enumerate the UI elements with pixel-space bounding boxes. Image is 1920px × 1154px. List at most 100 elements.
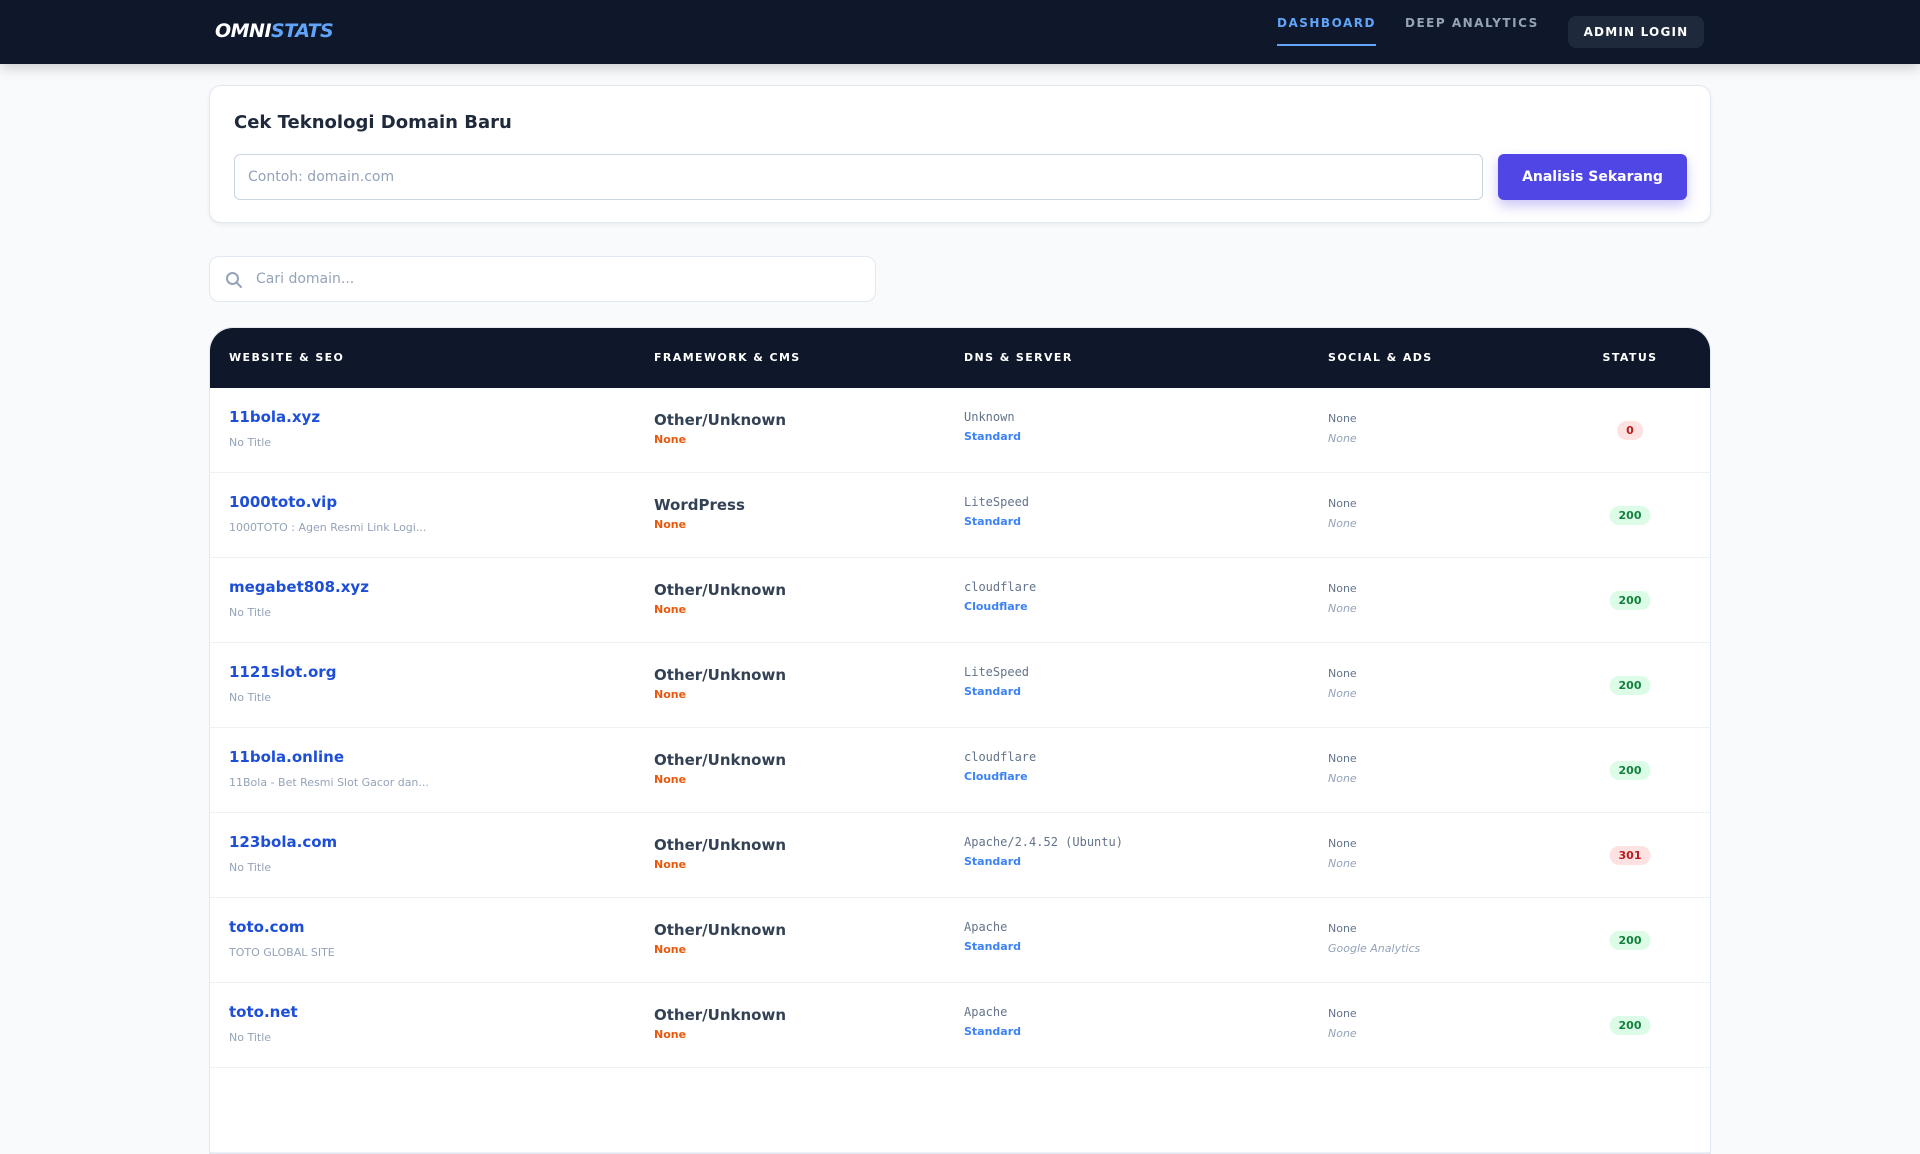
analyze-button[interactable]: Analisis Sekarang	[1498, 154, 1687, 200]
server-text: Unknown	[964, 410, 1015, 424]
ads-text: None	[1328, 857, 1357, 870]
domain-link[interactable]: toto.com	[229, 918, 304, 936]
social-text: None	[1328, 667, 1357, 680]
header-dns: DNS & SERVER	[964, 351, 1073, 364]
table-row: megabet808.xyz No Title Other/Unknown None c…	[210, 558, 1710, 643]
cms-text: None	[654, 1028, 687, 1041]
server-text: LiteSpeed	[964, 665, 1030, 679]
server-text: Apache	[964, 1005, 1008, 1019]
dns-type-text: Standard	[964, 855, 1022, 868]
status-badge: 200	[1609, 761, 1651, 780]
page-title-text: No Title	[229, 606, 272, 619]
cms-text: None	[654, 518, 687, 531]
server-text: cloudflare	[964, 580, 1037, 594]
ads-text: None	[1328, 602, 1357, 615]
search-box	[209, 256, 876, 302]
ads-text: None	[1328, 517, 1357, 530]
domain-link[interactable]: megabet808.xyz	[229, 578, 369, 596]
server-text: cloudflare	[964, 750, 1037, 764]
domain-link[interactable]: 123bola.com	[229, 833, 337, 851]
logo-part-omni: OMNI	[215, 20, 272, 42]
ads-text: None	[1328, 687, 1357, 700]
ads-text: None	[1328, 772, 1357, 785]
domain-table: WEBSITE & SEO FRAMEWORK & CMS DNS & SERV…	[209, 327, 1711, 1154]
social-text: None	[1328, 837, 1357, 850]
dns-type-text: Standard	[964, 430, 1022, 443]
page-title-text: 1000TOTO : Agen Resmi Link Logi...	[229, 521, 427, 534]
status-badge: 301	[1609, 846, 1651, 865]
dns-type-text: Cloudflare	[964, 600, 1028, 613]
table-row: 1121slot.org No Title Other/Unknown None Lit…	[210, 643, 1710, 728]
domain-link[interactable]: 1000toto.vip	[229, 493, 337, 511]
dns-type-text: Standard	[964, 685, 1022, 698]
domain-check-card: Cek Teknologi Domain Baru Analisis Sekar…	[209, 85, 1711, 223]
table-row	[210, 1068, 1710, 1153]
table-row: toto.net No Title Other/Unknown None Apache S…	[210, 983, 1710, 1068]
page-title-text: No Title	[229, 861, 272, 874]
status-badge: 200	[1609, 506, 1651, 525]
ads-text: Google Analytics	[1328, 942, 1421, 955]
dns-type-text: Standard	[964, 940, 1022, 953]
table-row: 11bola.xyz No Title Other/Unknown None Unkno…	[210, 388, 1710, 473]
nav-dashboard[interactable]: DASHBOARD	[1277, 16, 1376, 46]
logo[interactable]: OMNISTATS	[215, 20, 334, 42]
dns-type-text: Standard	[964, 1025, 1022, 1038]
table-row: 11bola.online 11Bola - Bet Resmi Slot Gac…	[210, 728, 1710, 813]
status-badge: 200	[1609, 1016, 1651, 1035]
status-badge: 200	[1609, 591, 1651, 610]
ads-text: None	[1328, 432, 1357, 445]
server-text: LiteSpeed	[964, 495, 1030, 509]
framework-text: Other/Unknown	[654, 836, 787, 854]
social-text: None	[1328, 922, 1357, 935]
admin-login-button[interactable]: ADMIN LOGIN	[1568, 16, 1704, 48]
ads-text: None	[1328, 1027, 1357, 1040]
social-text: None	[1328, 497, 1357, 510]
social-text: None	[1328, 412, 1357, 425]
social-text: None	[1328, 752, 1357, 765]
framework-text: Other/Unknown	[654, 921, 787, 939]
social-text: None	[1328, 1007, 1357, 1020]
framework-text: Other/Unknown	[654, 666, 787, 684]
header-status: STATUS	[1602, 351, 1658, 364]
page-title-text: No Title	[229, 1031, 272, 1044]
logo-part-stats: STATS	[271, 20, 334, 42]
dns-type-text: Standard	[964, 515, 1022, 528]
cms-text: None	[654, 603, 687, 616]
dns-type-text: Cloudflare	[964, 770, 1028, 783]
cms-text: None	[654, 943, 687, 956]
table-row: 123bola.com No Title Other/Unknown None Apac…	[210, 813, 1710, 898]
cms-text: None	[654, 433, 687, 446]
domain-link[interactable]: 1121slot.org	[229, 663, 336, 681]
status-badge: 200	[1609, 931, 1651, 950]
domain-link[interactable]: toto.net	[229, 1003, 298, 1021]
header-framework: FRAMEWORK & CMS	[654, 351, 801, 364]
table-body: 11bola.xyz No Title Other/Unknown None Unkno…	[210, 388, 1710, 1068]
domain-link[interactable]: 11bola.xyz	[229, 408, 320, 426]
framework-text: Other/Unknown	[654, 1006, 787, 1024]
search-input[interactable]	[256, 257, 856, 301]
framework-text: Other/Unknown	[654, 581, 787, 599]
top-navbar: OMNISTATS DASHBOARD DEEP ANALYTICS ADMIN…	[0, 0, 1920, 64]
server-text: Apache	[964, 920, 1008, 934]
domain-input[interactable]	[234, 154, 1483, 200]
table-row: 1000toto.vip 1000TOTO : Agen Resmi Link L…	[210, 473, 1710, 558]
card-title: Cek Teknologi Domain Baru	[234, 112, 512, 133]
domain-link[interactable]: 11bola.online	[229, 748, 344, 766]
cms-text: None	[654, 773, 687, 786]
header-social: SOCIAL & ADS	[1328, 351, 1433, 364]
framework-text: WordPress	[654, 496, 745, 514]
cms-text: None	[654, 688, 687, 701]
social-text: None	[1328, 582, 1357, 595]
table-header: WEBSITE & SEO FRAMEWORK & CMS DNS & SERV…	[210, 328, 1710, 388]
search-icon	[226, 272, 242, 288]
status-badge: 200	[1609, 676, 1651, 695]
framework-text: Other/Unknown	[654, 751, 787, 769]
nav-deep-analytics[interactable]: DEEP ANALYTICS	[1405, 16, 1539, 44]
status-badge: 0	[1617, 421, 1643, 440]
table-row: toto.com TOTO GLOBAL SITE Other/Unknown Non…	[210, 898, 1710, 983]
framework-text: Other/Unknown	[654, 411, 787, 429]
page-title-text: TOTO GLOBAL SITE	[229, 946, 335, 959]
page-title-text: No Title	[229, 436, 272, 449]
page-title-text: 11Bola - Bet Resmi Slot Gacor dan...	[229, 776, 429, 789]
cms-text: None	[654, 858, 687, 871]
